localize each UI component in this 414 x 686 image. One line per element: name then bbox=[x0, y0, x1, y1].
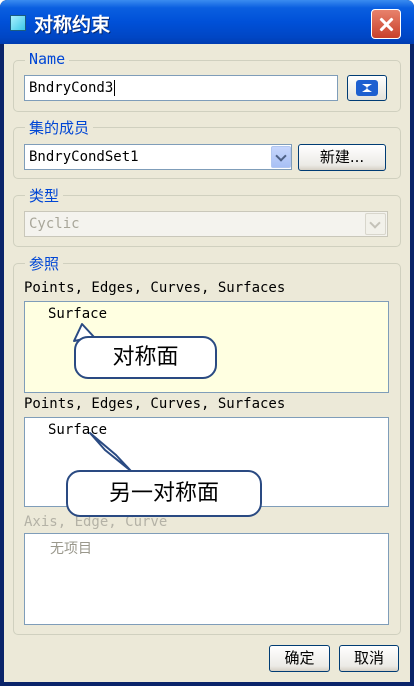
close-button[interactable] bbox=[371, 9, 401, 39]
cancel-button[interactable]: 取消 bbox=[339, 645, 399, 672]
dialog-window: 对称约束 Name BndryCond3 集的成员 BndryCondSet1 … bbox=[0, 0, 414, 686]
ok-button[interactable]: 确定 bbox=[269, 645, 330, 672]
title-bar[interactable]: 对称约束 bbox=[0, 0, 414, 44]
callout-symmetry-face: 对称面 bbox=[74, 336, 217, 379]
window-icon bbox=[10, 15, 26, 31]
dialog-body: Name BndryCond3 集的成员 BndryCondSet1 新建...… bbox=[4, 44, 410, 682]
callout-other-symmetry-face: 另一对称面 bbox=[66, 470, 262, 517]
window-title: 对称约束 bbox=[34, 14, 111, 36]
